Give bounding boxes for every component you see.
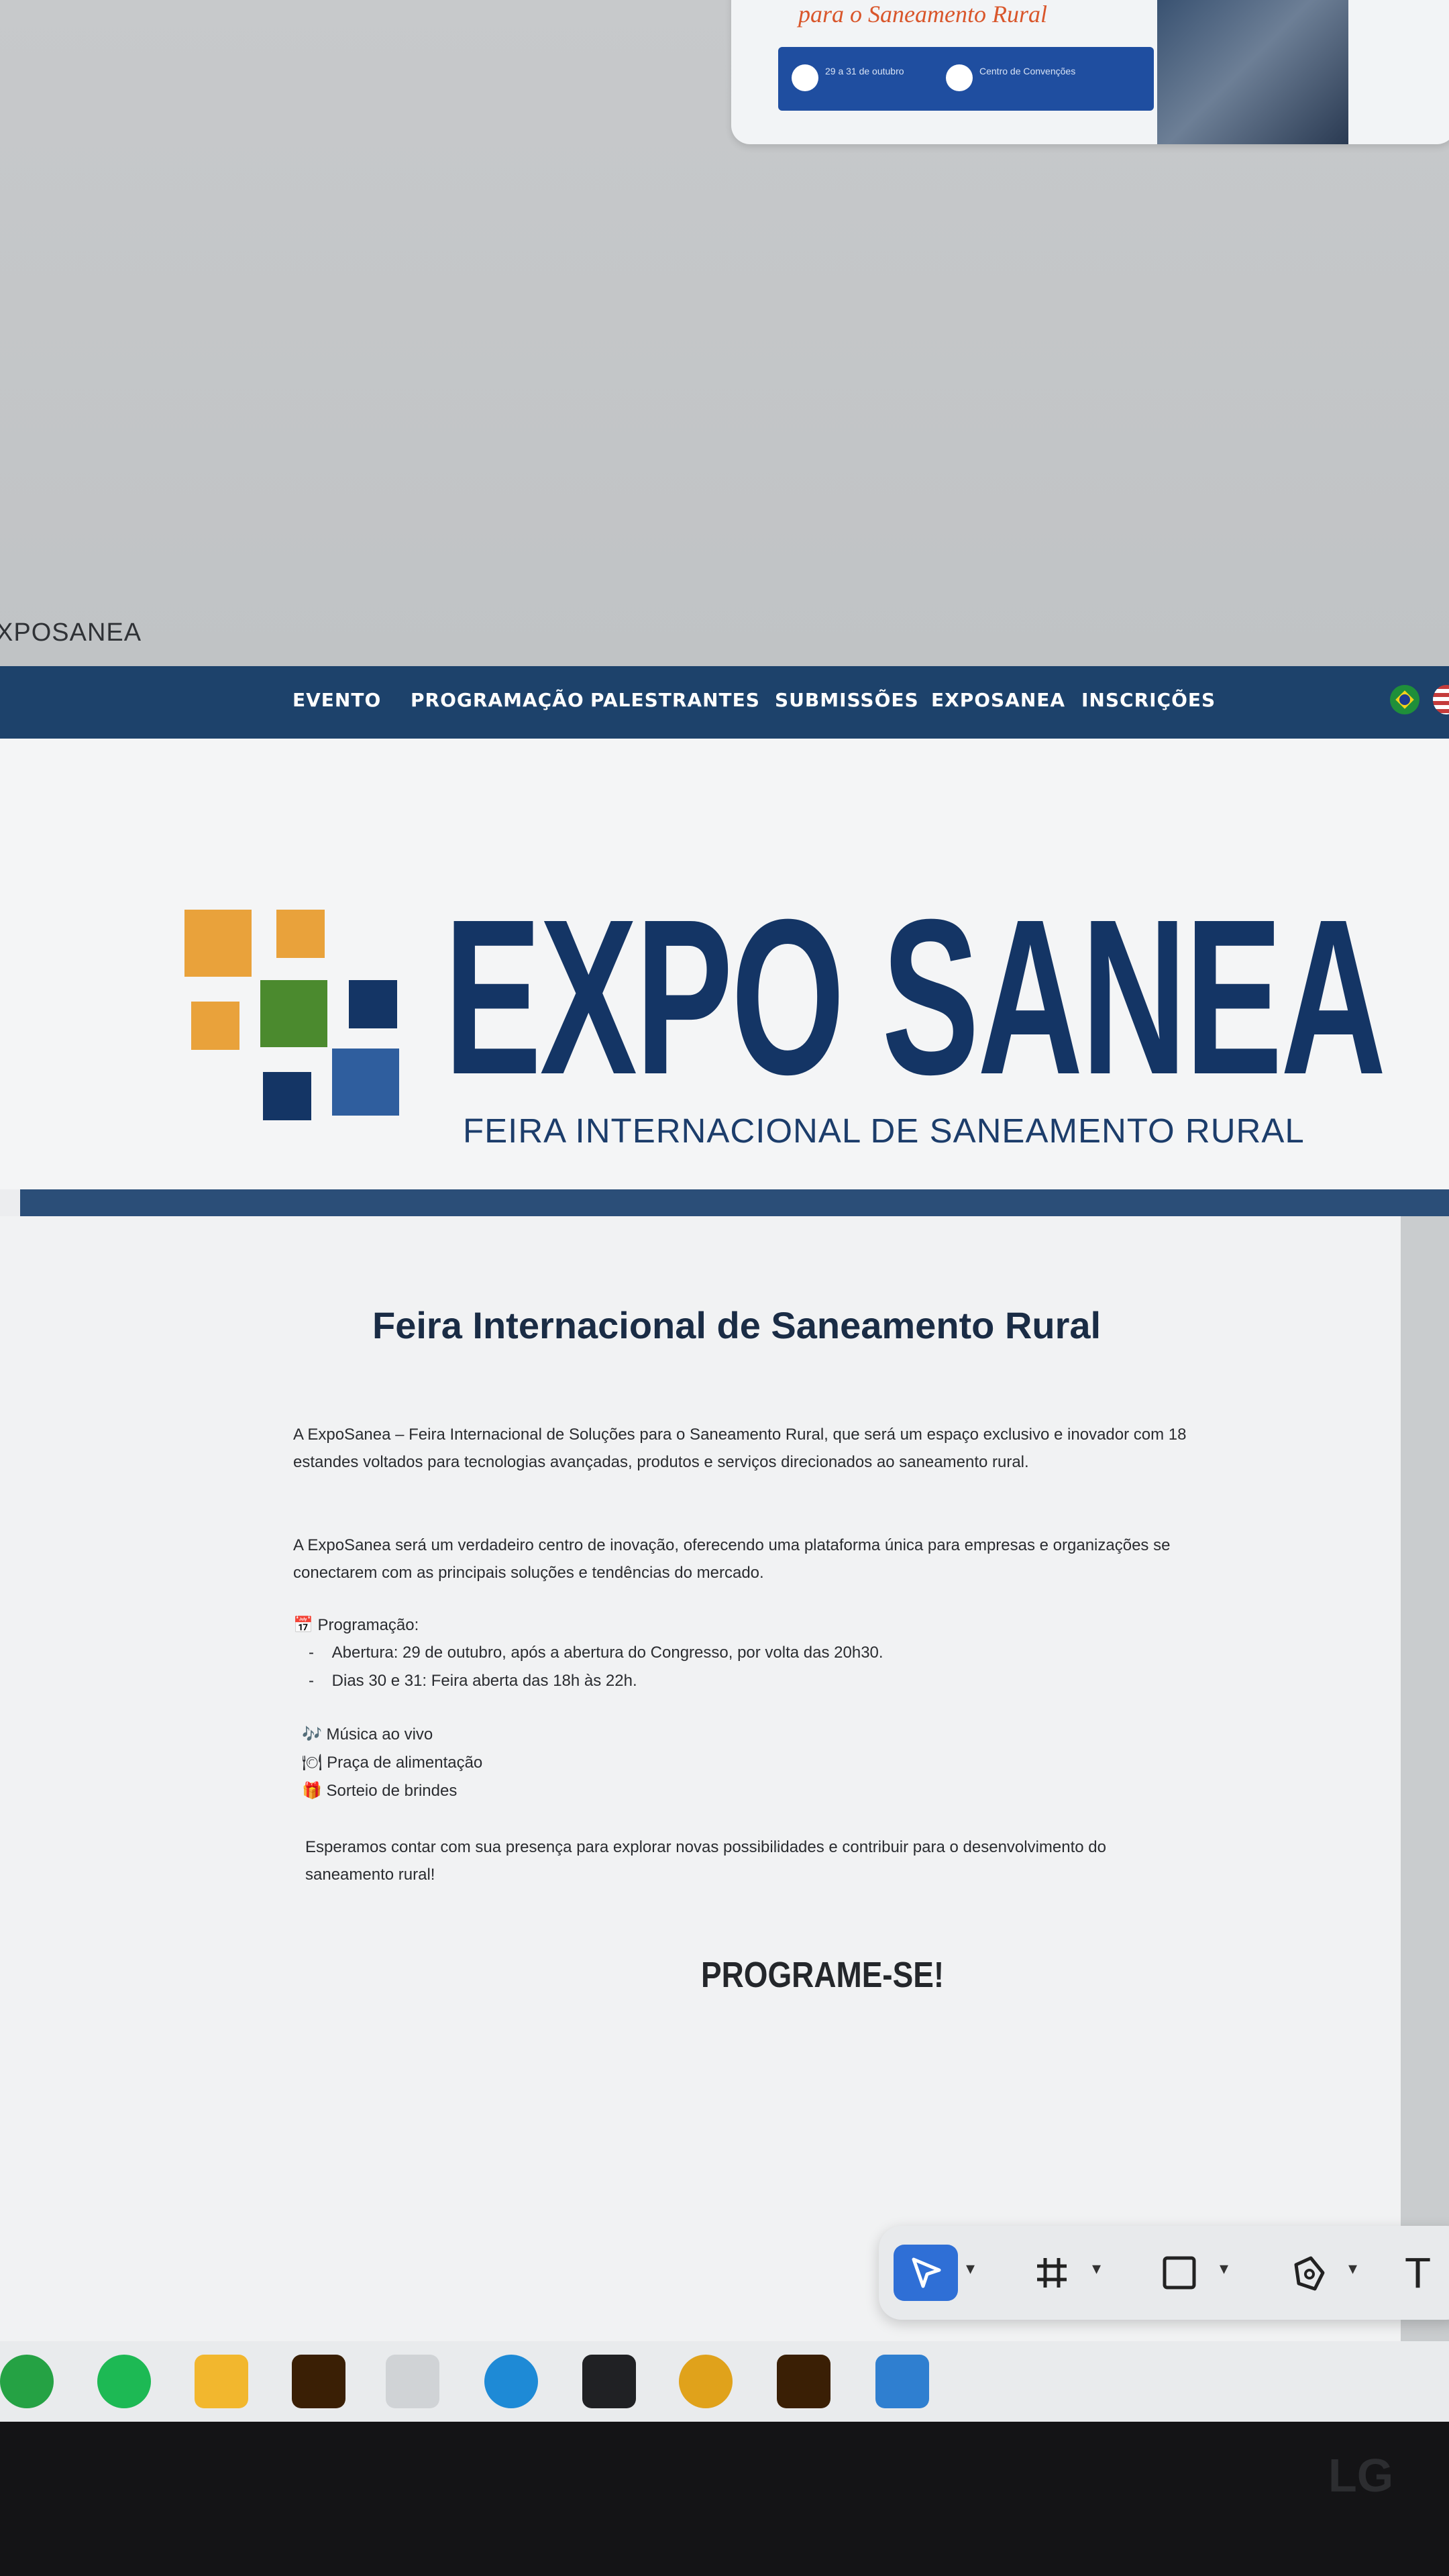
photos-icon[interactable] [875, 2355, 929, 2408]
taskbar [0, 2341, 1449, 2422]
usa-flag-icon[interactable] [1433, 685, 1449, 714]
shape-tool-button[interactable] [1147, 2245, 1212, 2301]
event-card[interactable]: para o Saneamento Rural 29 a 31 de outub… [731, 0, 1449, 144]
cloud-icon[interactable] [386, 2355, 439, 2408]
location-pin-icon [946, 64, 973, 91]
nav-inscricoes[interactable]: INSCRIÇÕES [1081, 689, 1216, 716]
card-date: 29 a 31 de outubro [825, 66, 904, 76]
schedule-item-text: Abertura: 29 de outubro, após a abertura… [331, 1644, 883, 1662]
chevron-down-icon[interactable]: ▾ [1092, 2258, 1112, 2285]
logo-square-blue [332, 1049, 399, 1116]
figma-icon[interactable] [582, 2355, 636, 2408]
design-toolbar: ▾ ▾ ▾ ▾ T [879, 2226, 1449, 2320]
text-tool-button[interactable]: T [1405, 2245, 1449, 2301]
monitor-bezel [0, 2422, 1449, 2576]
schedule-item: - Dias 30 e 31: Feira aberta das 18h às … [309, 1672, 637, 1690]
edge-icon[interactable] [484, 2355, 538, 2408]
file-explorer-icon[interactable] [195, 2355, 248, 2408]
screen: para o Saneamento Rural 29 a 31 de outub… [0, 0, 1449, 2576]
innovation-paragraph: A ExpoSanea será um verdadeiro centro de… [293, 1536, 1171, 1582]
chevron-down-icon[interactable]: ▾ [1348, 2258, 1368, 2285]
cta-heading: PROGRAME-SE! [701, 1955, 945, 1995]
extra-item: 🎶 Música ao vivo [302, 1725, 433, 1743]
card-place: Centro de Convenções [979, 66, 1076, 76]
logo-square-orange [276, 910, 325, 958]
top-navigation: EVENTO PROGRAMAÇÃO PALESTRANTES SUBMISSÕ… [0, 666, 1449, 739]
logo-subtitle: FEIRA INTERNACIONAL DE SANEAMENTO RURAL [463, 1112, 1305, 1150]
main-content: Feira Internacional de Saneamento Rural … [0, 1216, 1449, 2343]
closing-paragraph: Esperamos contar com sua presença para e… [305, 1838, 1106, 1884]
select-tool-button[interactable] [894, 2245, 958, 2301]
clock-icon [792, 64, 818, 91]
card-photo [1157, 0, 1348, 144]
nav-exposanea[interactable]: EXPOSANEA [931, 689, 1065, 716]
nav-palestrantes[interactable]: PALESTRANTES [590, 689, 760, 716]
chrome-icon[interactable] [679, 2355, 733, 2408]
illustrator-icon[interactable] [292, 2355, 345, 2408]
web-page: EVENTO PROGRAMAÇÃO PALESTRANTES SUBMISSÕ… [0, 666, 1449, 2343]
monitor-brand-logo: LG [1328, 2449, 1394, 2502]
nav-programacao[interactable]: PROGRAMAÇÃO [411, 689, 584, 716]
rectangle-icon [1163, 2256, 1196, 2290]
card-info-strip: 29 a 31 de outubro Centro de Convenções [778, 47, 1154, 111]
logo-square-orange [184, 910, 252, 977]
spotify-icon[interactable] [97, 2355, 151, 2408]
frame-tool-button[interactable] [1020, 2245, 1084, 2301]
schedule-item-text: Dias 30 e 31: Feira aberta das 18h às 22… [331, 1672, 637, 1690]
section-label: XPOSANEA [0, 619, 142, 647]
chevron-down-icon[interactable]: ▾ [1220, 2258, 1240, 2285]
schedule-title: 📅 Programação: [293, 1616, 419, 1634]
schedule-item: - Abertura: 29 de outubro, após a abertu… [309, 1644, 883, 1662]
logo-square-green [260, 980, 327, 1047]
pen-icon [1294, 2256, 1325, 2291]
extra-item: 🍽 Praça de alimentação [302, 1754, 483, 1772]
scrollbar[interactable] [1401, 1216, 1449, 2343]
cursor-arrow-icon [912, 2257, 941, 2288]
expo-banner: EXPO SANEA FEIRA INTERNACIONAL DE SANEAM… [0, 739, 1449, 1189]
illustrator-icon[interactable] [777, 2355, 830, 2408]
banner-divider [20, 1189, 1449, 1216]
nav-evento[interactable]: EVENTO [292, 689, 381, 716]
whatsapp-icon[interactable] [0, 2355, 54, 2408]
brazil-flag-icon[interactable] [1390, 685, 1419, 714]
frame-hash-icon [1037, 2258, 1067, 2288]
logo-square-navy [263, 1072, 311, 1120]
page-heading: Feira Internacional de Saneamento Rural [372, 1304, 1102, 1346]
nav-submissoes[interactable]: SUBMISSÕES [775, 689, 919, 716]
pen-tool-button[interactable] [1276, 2245, 1340, 2301]
intro-paragraph: A ExpoSanea – Feira Internacional de Sol… [293, 1426, 1187, 1471]
logo-title: EXPO SANEA [444, 873, 1386, 1120]
logo-square-navy [349, 980, 397, 1028]
chevron-down-icon[interactable]: ▾ [966, 2258, 986, 2285]
logo-square-orange [191, 1002, 239, 1050]
card-tagline: para o Saneamento Rural [798, 1, 1047, 28]
extra-item: 🎁 Sorteio de brindes [302, 1782, 458, 1800]
